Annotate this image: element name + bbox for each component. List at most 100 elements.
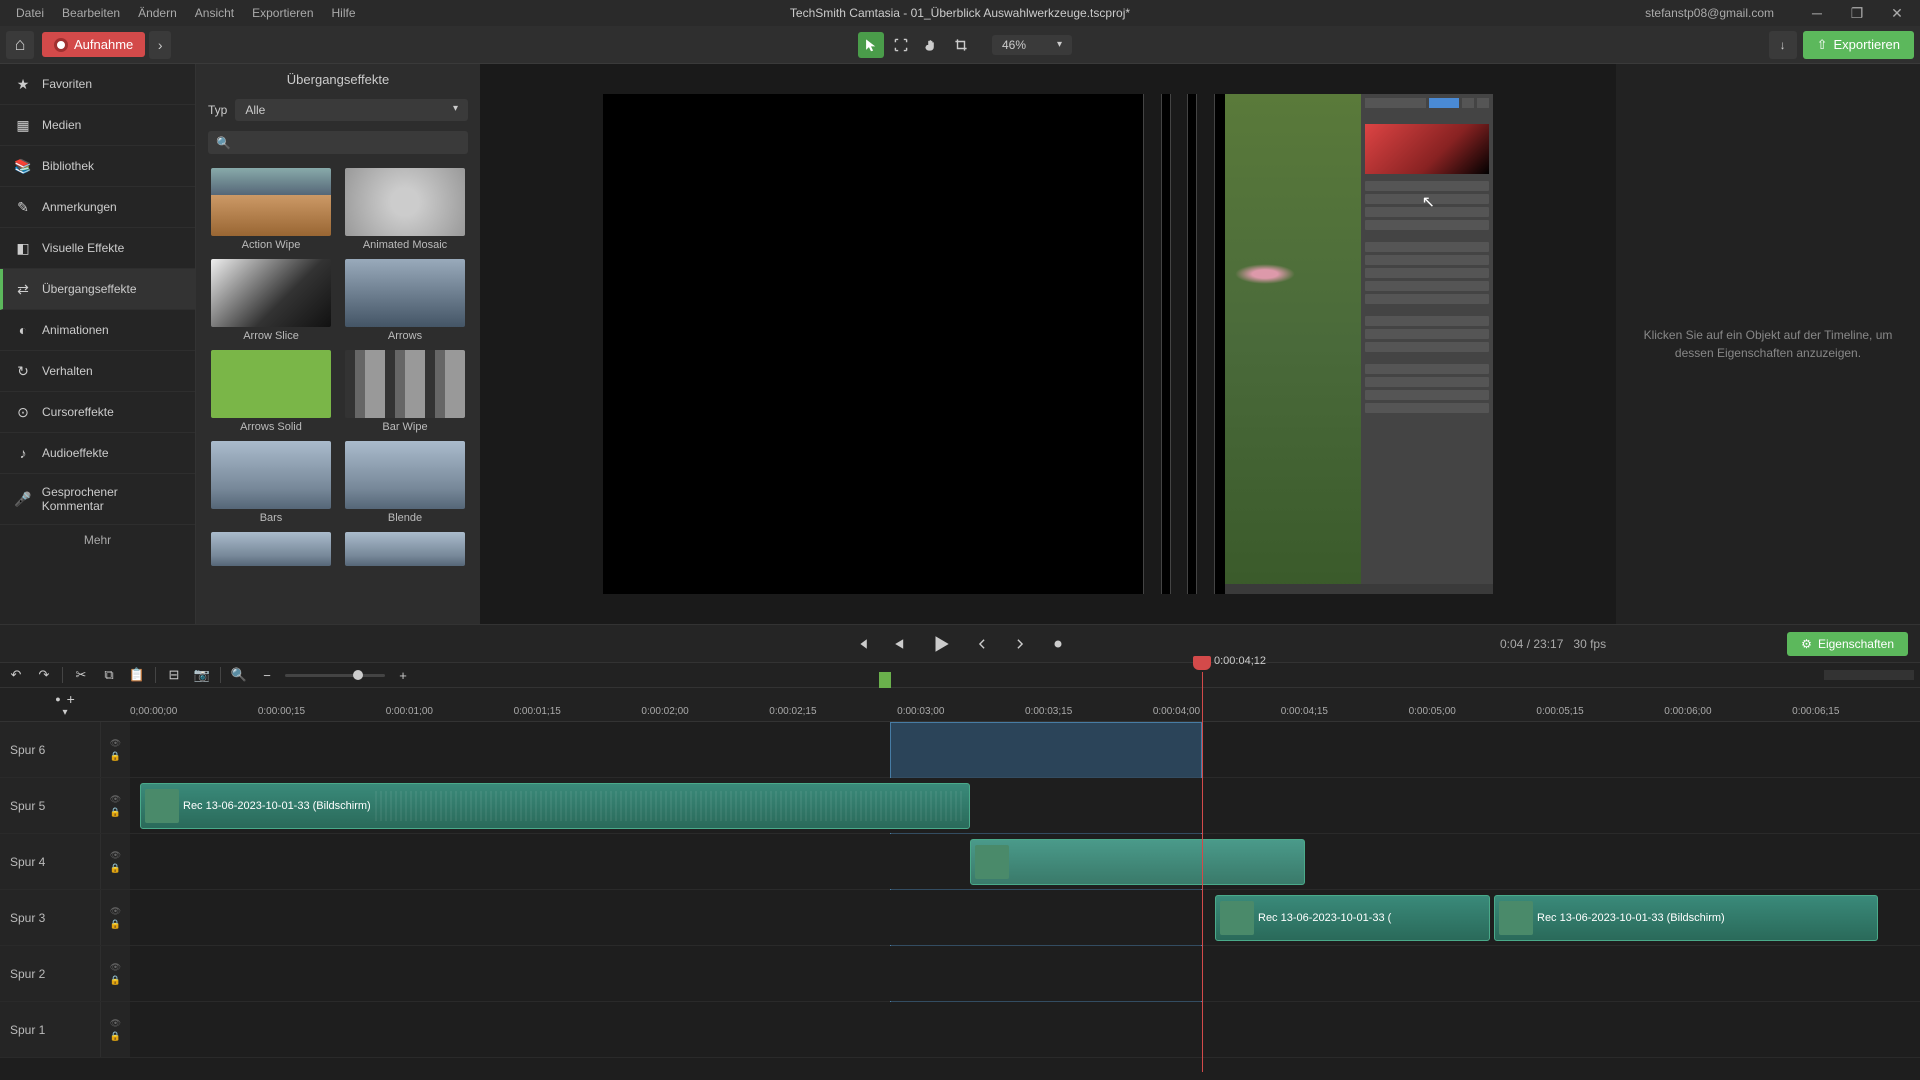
menu-export[interactable]: Exportieren bbox=[252, 6, 313, 20]
effect-blende[interactable]: Blende bbox=[342, 441, 468, 524]
zoom-in-button[interactable]: + bbox=[393, 665, 413, 685]
sidebar-item-animations[interactable]: ◐Animationen bbox=[0, 310, 195, 351]
cut-button[interactable]: ✂ bbox=[71, 665, 91, 685]
canvas-zoom-select[interactable]: 46% bbox=[992, 35, 1072, 55]
track-ctrl-3[interactable]: 👁🔒 bbox=[100, 890, 130, 945]
play-button[interactable] bbox=[922, 625, 960, 663]
sidebar-item-transitions[interactable]: ⇄Übergangseffekte bbox=[0, 269, 195, 310]
hand-icon bbox=[924, 38, 938, 52]
chevron-left-icon bbox=[975, 637, 989, 651]
sidebar-item-audio-effects[interactable]: ♪Audioeffekte bbox=[0, 433, 195, 474]
clip-t4[interactable] bbox=[970, 839, 1305, 885]
pan-tool[interactable] bbox=[918, 32, 944, 58]
effect-partial-1[interactable] bbox=[208, 532, 334, 566]
zoom-out-button[interactable]: − bbox=[257, 665, 277, 685]
track-header-4[interactable]: Spur 4 bbox=[0, 834, 100, 889]
sidebar-item-visual-effects[interactable]: ◧Visuelle Effekte bbox=[0, 228, 195, 269]
step-back-icon bbox=[854, 636, 870, 652]
effect-thumb bbox=[211, 441, 331, 509]
in-marker[interactable] bbox=[879, 672, 891, 688]
sidebar-item-cursor-effects[interactable]: ⊙Cursoreffekte bbox=[0, 392, 195, 433]
track-header-3[interactable]: Spur 3 bbox=[0, 890, 100, 945]
track-ctrl-6[interactable]: 👁🔒 bbox=[100, 722, 130, 777]
menu-edit[interactable]: Bearbeiten bbox=[62, 6, 120, 20]
effect-animated-mosaic[interactable]: Animated Mosaic bbox=[342, 168, 468, 251]
timeline-minimap[interactable] bbox=[1824, 670, 1914, 680]
select-tool[interactable] bbox=[858, 32, 884, 58]
track-header-1[interactable]: Spur 1 bbox=[0, 1002, 100, 1057]
prev-button[interactable] bbox=[884, 628, 916, 660]
menu-help[interactable]: Hilfe bbox=[332, 6, 356, 20]
menu-view[interactable]: Ansicht bbox=[195, 6, 234, 20]
zoom-slider[interactable] bbox=[285, 674, 385, 677]
clip-t3b[interactable]: Rec 13-06-2023-10-01-33 (Bildschirm) bbox=[1494, 895, 1878, 941]
sidebar-item-favorites[interactable]: ★Favoriten bbox=[0, 64, 195, 105]
type-filter-select[interactable]: Alle bbox=[235, 99, 468, 121]
track-ctrl-5[interactable]: 👁🔒 bbox=[100, 778, 130, 833]
add-track-button[interactable]: + bbox=[67, 691, 75, 707]
effect-arrow-slice[interactable]: Arrow Slice bbox=[208, 259, 334, 342]
effect-bars[interactable]: Bars bbox=[208, 441, 334, 524]
track-ctrl-4[interactable]: 👁🔒 bbox=[100, 834, 130, 889]
maximize-button[interactable]: ❐ bbox=[1842, 0, 1872, 26]
close-window-button[interactable]: ✕ bbox=[1882, 0, 1912, 26]
track-header-6[interactable]: Spur 6 bbox=[0, 722, 100, 777]
time-ruler[interactable]: 0:00:04;12 0;00:00;000:00:00;150:00:01;0… bbox=[130, 688, 1920, 721]
clip-t5[interactable]: Rec 13-06-2023-10-01-33 (Bildschirm) bbox=[140, 783, 970, 829]
minimize-button[interactable]: ─ bbox=[1802, 0, 1832, 26]
prev-marker-button[interactable] bbox=[966, 628, 998, 660]
collapse-tracks-button[interactable]: ▾ bbox=[62, 707, 67, 718]
export-button[interactable]: ⇧ Exportieren bbox=[1803, 31, 1914, 59]
sidebar-item-annotations[interactable]: ✎Anmerkungen bbox=[0, 187, 195, 228]
record-dropdown[interactable] bbox=[149, 31, 171, 59]
search-input[interactable] bbox=[237, 135, 460, 150]
canvas[interactable]: ↖ bbox=[603, 94, 1493, 594]
sidebar-item-media[interactable]: ▦Medien bbox=[0, 105, 195, 146]
clip-t3a[interactable]: Rec 13-06-2023-10-01-33 ( bbox=[1215, 895, 1490, 941]
user-email[interactable]: stefanstp08@gmail.com bbox=[1645, 6, 1774, 20]
record-button[interactable]: Aufnahme bbox=[42, 32, 145, 57]
effects-search[interactable]: 🔍 bbox=[208, 131, 468, 154]
sidebar-more[interactable]: Mehr bbox=[0, 525, 195, 555]
copy-button[interactable]: ⧉ bbox=[99, 665, 119, 685]
track-header-2[interactable]: Spur 2 bbox=[0, 946, 100, 1001]
track-content-6[interactable] bbox=[130, 722, 1920, 777]
effect-bar-wipe[interactable]: Bar Wipe bbox=[342, 350, 468, 433]
track-ctrl-1[interactable]: 👁🔒 bbox=[100, 1002, 130, 1057]
sidebar-item-library[interactable]: 📚Bibliothek bbox=[0, 146, 195, 187]
track-content-4[interactable] bbox=[130, 834, 1920, 889]
split-button[interactable]: ⊟ bbox=[164, 665, 184, 685]
prev-frame-button[interactable] bbox=[846, 628, 878, 660]
crop-expand-tool[interactable] bbox=[888, 32, 914, 58]
next-marker-button[interactable] bbox=[1004, 628, 1036, 660]
record-marker-button[interactable] bbox=[1042, 628, 1074, 660]
download-button[interactable]: ↓ bbox=[1769, 31, 1797, 59]
track-content-2[interactable] bbox=[130, 946, 1920, 1001]
playhead[interactable]: 0:00:04;12 bbox=[1202, 672, 1203, 1072]
menu-modify[interactable]: Ändern bbox=[138, 6, 177, 20]
effect-arrows[interactable]: Arrows bbox=[342, 259, 468, 342]
export-label: Exportieren bbox=[1834, 37, 1900, 52]
zoom-slider-thumb[interactable] bbox=[353, 670, 363, 680]
track-ctrl-2[interactable]: 👁🔒 bbox=[100, 946, 130, 1001]
playhead-handle[interactable] bbox=[1193, 656, 1211, 670]
paste-button[interactable]: 📋 bbox=[127, 665, 147, 685]
sidebar-item-narration[interactable]: 🎤Gesprochener Kommentar bbox=[0, 474, 195, 525]
track-content-1[interactable] bbox=[130, 1002, 1920, 1057]
track-1: Spur 1 👁🔒 bbox=[0, 1002, 1920, 1058]
crop-tool[interactable] bbox=[948, 32, 974, 58]
track-content-5[interactable]: Rec 13-06-2023-10-01-33 (Bildschirm) bbox=[130, 778, 1920, 833]
track-header-5[interactable]: Spur 5 bbox=[0, 778, 100, 833]
home-button[interactable] bbox=[6, 31, 34, 59]
sidebar-item-behaviors[interactable]: ↻Verhalten bbox=[0, 351, 195, 392]
track-content-3[interactable]: Rec 13-06-2023-10-01-33 ( Rec 13-06-2023… bbox=[130, 890, 1920, 945]
effect-arrows-solid[interactable]: Arrows Solid bbox=[208, 350, 334, 433]
snapshot-button[interactable]: 📷 bbox=[192, 665, 212, 685]
properties-button[interactable]: ⚙ Eigenschaften bbox=[1787, 632, 1908, 656]
redo-button[interactable]: ↷ bbox=[34, 665, 54, 685]
menu-file[interactable]: Datei bbox=[16, 6, 44, 20]
effect-partial-2[interactable] bbox=[342, 532, 468, 566]
zoom-search-button[interactable]: 🔍 bbox=[229, 665, 249, 685]
effect-action-wipe[interactable]: Action Wipe bbox=[208, 168, 334, 251]
undo-button[interactable]: ↶ bbox=[6, 665, 26, 685]
